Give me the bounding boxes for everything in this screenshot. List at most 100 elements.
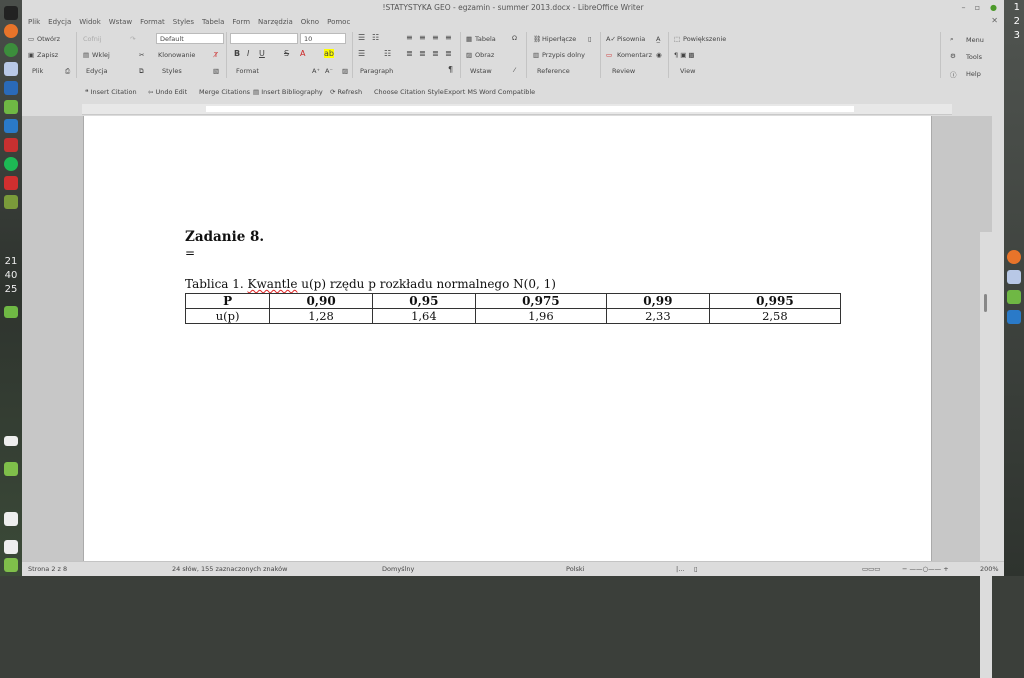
review-group-label[interactable]: Review (612, 67, 635, 75)
choose-citation-style-button[interactable]: Choose Citation Style (374, 88, 444, 96)
menu-edit[interactable]: Edycja (48, 16, 71, 28)
writer-icon[interactable] (4, 62, 18, 76)
r-icon[interactable] (4, 81, 18, 95)
zoom-level[interactable]: 200% (980, 565, 999, 573)
comment-icon[interactable]: ▭ (606, 51, 612, 59)
insert-bibliography-button[interactable]: ▤ Insert Bibliography (253, 88, 323, 96)
copy-icon[interactable]: ⧉ (139, 67, 144, 76)
menu-tools[interactable]: Narzędzia (258, 16, 293, 28)
tools-icon[interactable]: ⚙ (950, 52, 956, 60)
export-ms-word-button[interactable]: Export MS Word Compatible (444, 88, 535, 96)
paragraph-group-label[interactable]: Paragraph (360, 67, 393, 75)
document-page[interactable]: Zadanie 8. = Tablica 1. Kwantle u(p) rzę… (83, 116, 932, 562)
menu-table[interactable]: Tabela (202, 16, 224, 28)
spelling-icon[interactable]: A✓ (606, 35, 616, 43)
pilcrow-icon[interactable]: ¶ (448, 65, 453, 74)
table-cell[interactable]: u(p) (184, 308, 271, 324)
help-button[interactable]: Help (966, 70, 981, 78)
firefox-icon[interactable] (4, 24, 18, 38)
formatting-marks-icon[interactable]: ¶ ▣ ▩ (674, 51, 695, 59)
terminal-icon[interactable] (4, 6, 18, 20)
hyperlink-icon[interactable]: ⛓ (533, 35, 541, 43)
align-right-icon[interactable]: ≡ (432, 33, 439, 42)
document-icon[interactable] (1007, 310, 1021, 324)
files-icon[interactable] (4, 100, 18, 114)
shield-icon[interactable] (4, 462, 18, 476)
table-icon[interactable]: ▦ (466, 35, 472, 43)
italic-icon[interactable]: I (247, 49, 249, 58)
selection-mode-icon[interactable]: |… (676, 565, 685, 573)
close-document-icon[interactable]: ✕ (991, 16, 998, 25)
undo-edit-button[interactable]: ⇦ Undo Edit (148, 88, 187, 96)
char-format-icon[interactable]: ▨ (342, 67, 348, 75)
maximize-icon[interactable]: ▫ (973, 3, 982, 12)
edit-group-label[interactable]: Edycja (86, 67, 107, 75)
workspace-3[interactable]: 3 (1014, 30, 1020, 41)
save-button[interactable]: Zapisz (37, 51, 58, 59)
shrink-font-icon[interactable]: A⁻ (325, 67, 333, 75)
user-icon[interactable] (4, 512, 18, 526)
undo-button[interactable]: Cofnij (83, 35, 102, 43)
strikethrough-icon[interactable]: S (284, 49, 289, 58)
workspace-2[interactable]: 2 (1014, 16, 1020, 27)
quantile-table[interactable]: P 0,90 0,95 0,975 0,99 0,995 u(p) 1,28 1… (184, 293, 842, 324)
minimize-icon[interactable]: – (959, 3, 968, 12)
filezilla-icon[interactable] (4, 138, 18, 152)
table-cell[interactable]: 1,64 (371, 308, 476, 324)
footnote-icon[interactable]: ▥ (533, 51, 539, 59)
clone-button[interactable]: Klonowanie (158, 51, 195, 59)
window-icon[interactable] (4, 436, 18, 446)
cut-icon[interactable]: ✂ (139, 51, 144, 59)
page-style[interactable]: Domyślny (382, 565, 414, 573)
bold-icon[interactable]: B (234, 49, 240, 58)
align-left-icon[interactable]: ≡ (406, 33, 413, 42)
indent-icon[interactable]: ☰ (358, 49, 365, 58)
hyperlink-button[interactable]: Hiperłącze (542, 35, 576, 43)
view-group-label[interactable]: View (680, 67, 695, 75)
zoom-slider[interactable]: − ——○—— + (902, 565, 949, 573)
view-layout-icon[interactable]: ▭▭▭ (862, 565, 880, 573)
paste-button[interactable]: Wklej (92, 51, 110, 59)
paragraph-style-select[interactable]: Default (156, 33, 224, 44)
image-icon[interactable]: ▨ (466, 51, 472, 59)
language-status[interactable]: Polski (566, 565, 584, 573)
underline-icon[interactable]: U (259, 49, 265, 58)
footnote-button[interactable]: Przypis dolny (542, 51, 585, 59)
power-icon[interactable] (4, 558, 18, 572)
open-icon[interactable]: ▭ (28, 35, 34, 43)
bullet-list-icon[interactable]: ☰ (358, 33, 365, 42)
draw-icon[interactable]: ⁄ (514, 66, 515, 74)
spelling-button[interactable]: Pisownia (617, 35, 645, 43)
menu-format[interactable]: Format (140, 16, 165, 28)
print-icon[interactable]: ⎙ (65, 67, 70, 76)
special-char-icon[interactable]: Ω (512, 34, 517, 42)
tex-icon[interactable] (4, 195, 18, 209)
close-icon[interactable]: ● (989, 3, 998, 12)
table-cell[interactable]: 2,33 (605, 308, 710, 324)
table-header-cell[interactable]: 0,975 (474, 293, 607, 309)
para-below-icon[interactable]: ≣ (445, 49, 452, 58)
zoom-button[interactable]: Powiększenie (683, 35, 726, 43)
highlight-icon[interactable]: ab (324, 49, 334, 58)
vertical-scrollbar[interactable] (980, 232, 992, 678)
styles-group-label[interactable]: Styles (162, 67, 182, 75)
app-icon[interactable] (4, 119, 18, 133)
table-header-cell[interactable]: 0,995 (708, 293, 842, 309)
comment-button[interactable]: Komentarz (617, 51, 652, 59)
chrome-icon[interactable] (4, 43, 18, 57)
help-icon[interactable]: ⓘ (950, 69, 957, 79)
numbered-list-icon[interactable]: ☷ (372, 33, 379, 42)
menu-file[interactable]: Plik (28, 16, 40, 28)
align-center-icon[interactable]: ≡ (419, 33, 426, 42)
menu-help[interactable]: Pomoc (327, 16, 350, 28)
mendeley-icon[interactable] (4, 176, 18, 190)
word-count[interactable]: 24 słów, 155 zaznaczonych znaków (172, 565, 287, 573)
open-button[interactable]: Otwórz (37, 35, 60, 43)
search-icon[interactable]: ⌕ (950, 35, 954, 44)
table-cell[interactable]: 2,58 (708, 308, 842, 324)
firefox-icon[interactable] (1007, 250, 1021, 264)
redo-icon[interactable]: ↷ (130, 35, 135, 43)
scrollbar-thumb[interactable] (984, 294, 987, 312)
para-above-icon[interactable]: ≣ (432, 49, 439, 58)
menu-insert[interactable]: Wstaw (109, 16, 132, 28)
